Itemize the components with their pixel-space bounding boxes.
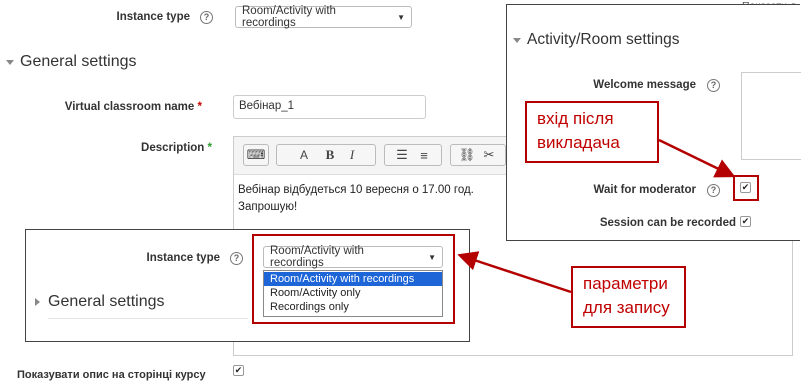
- recording-arrow: [457, 251, 572, 294]
- annotation-arrows: [457, 138, 736, 294]
- moderator-arrow: [658, 138, 736, 178]
